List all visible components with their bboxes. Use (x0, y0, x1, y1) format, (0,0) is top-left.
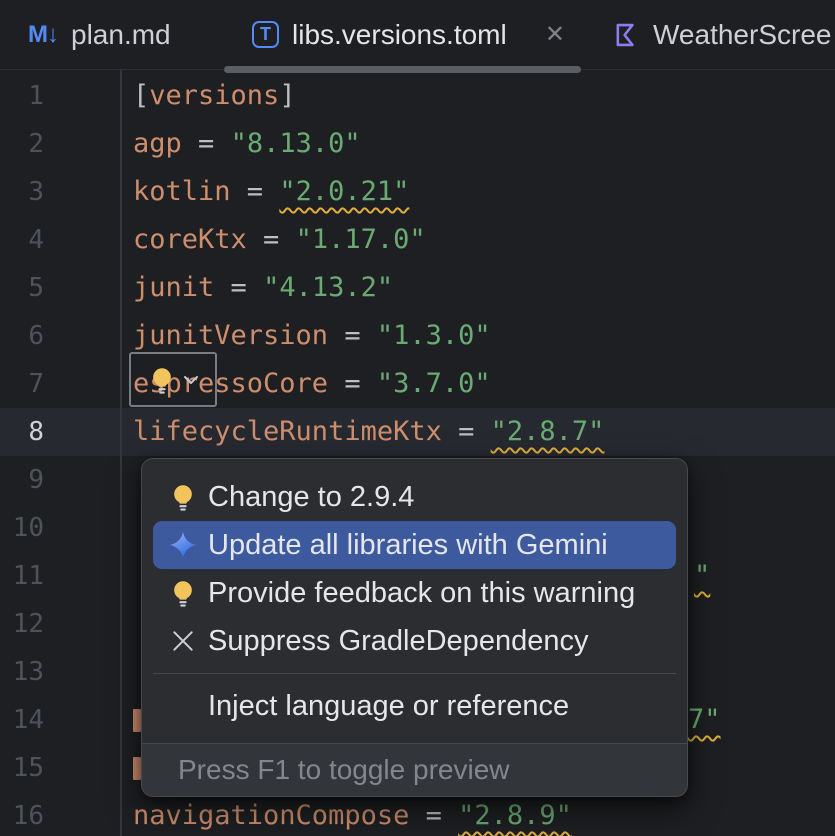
code-text: lifecycleRuntimeKtx = "2.8.7" (133, 408, 604, 456)
line-number: 11 (0, 552, 44, 600)
menu-separator (153, 673, 676, 674)
lightbulb-icon (167, 577, 199, 609)
code-line-8[interactable]: 8 lifecycleRuntimeKtx = "2.8.7" (0, 408, 835, 456)
line-number: 5 (0, 264, 44, 312)
clipped-code-fragment (133, 709, 141, 732)
code-line-2[interactable]: 2 agp = "8.13.0" (0, 120, 835, 168)
menu-item-inject-language-or-reference[interactable]: Inject language or reference (153, 682, 676, 730)
code-text: coreKtx = "1.17.0" (133, 216, 426, 264)
code-line-3[interactable]: 3 kotlin = "2.0.21" (0, 168, 835, 216)
markdown-file-icon: M↓ (28, 21, 58, 49)
line-number: 10 (0, 504, 44, 552)
tab-libs-versions-toml[interactable]: T libs.versions.toml ✕ (224, 0, 581, 69)
code-line-7[interactable]: 7espressoCore = "3.7.0" (0, 360, 835, 408)
menu-item-label: Suppress GradleDependency (208, 625, 588, 658)
lightbulb-icon (147, 365, 177, 395)
tab-label: WeatherScree (653, 19, 831, 51)
popup-footer-hint: Press F1 to toggle preview (142, 743, 687, 796)
menu-item-label: Change to 2.9.4 (208, 481, 414, 514)
intention-actions-popup: Change to 2.9.4 Update all libraries wit… (141, 458, 688, 797)
code-fragment: " (694, 552, 710, 600)
menu-item-provide-feedback-on-this-warning[interactable]: Provide feedback on this warning (153, 569, 676, 617)
line-number: 1 (0, 72, 44, 120)
line-number: 9 (0, 456, 44, 504)
code-line-1[interactable]: 1 [versions] (0, 72, 835, 120)
code-fragment: 7" (688, 696, 721, 744)
code-line-5[interactable]: 5 junit = "4.13.2" (0, 264, 835, 312)
menu-item-suppress-gradledependency[interactable]: Suppress GradleDependency (153, 617, 676, 665)
toml-file-icon: T (252, 21, 279, 48)
gemini-sparkle-icon (167, 529, 199, 561)
close-tab-icon[interactable]: ✕ (545, 23, 565, 47)
code-text: [versions] (133, 72, 296, 120)
lightbulb-icon (167, 481, 199, 513)
line-number: 14 (0, 696, 44, 744)
code-text: navigationCompose = "2.8.9" (133, 792, 572, 836)
line-number: 13 (0, 648, 44, 696)
line-number: 15 (0, 744, 44, 792)
line-number: 4 (0, 216, 44, 264)
gutter-separator (120, 70, 122, 836)
editor-tab-bar: M↓ plan.md T libs.versions.toml ✕ Weathe… (0, 0, 835, 70)
tab-plan-md[interactable]: M↓ plan.md (0, 0, 224, 69)
line-number: 3 (0, 168, 44, 216)
line-number: 7 (0, 360, 44, 408)
code-text: agp = "8.13.0" (133, 120, 361, 168)
tab-label: plan.md (71, 19, 171, 51)
line-number: 12 (0, 600, 44, 648)
menu-item-label: Provide feedback on this warning (208, 577, 635, 610)
intention-bulb-widget[interactable] (129, 352, 217, 407)
code-line-4[interactable]: 4 coreKtx = "1.17.0" (0, 216, 835, 264)
tab-label: libs.versions.toml (292, 19, 507, 51)
menu-item-change-to-2-9-4[interactable]: Change to 2.9.4 (153, 473, 676, 521)
menu-item-label: Inject language or reference (208, 690, 569, 723)
intention-actions-group: Change to 2.9.4 Update all libraries wit… (142, 473, 687, 665)
chevron-down-icon (183, 374, 199, 386)
line-number: 8 (0, 408, 44, 456)
menu-item-label: Update all libraries with Gemini (208, 529, 608, 562)
code-text: kotlin = "2.0.21" (133, 168, 409, 216)
code-line-16[interactable]: 16 navigationCompose = "2.8.9" (0, 792, 835, 836)
code-line-6[interactable]: 6junitVersion = "1.3.0" (0, 312, 835, 360)
close-x-icon (167, 625, 199, 657)
intention-actions-group: Inject language or reference (142, 682, 687, 730)
code-text: junit = "4.13.2" (133, 264, 393, 312)
tab-weatherscreen[interactable]: WeatherScree (581, 0, 835, 69)
line-number: 6 (0, 312, 44, 360)
clipped-code-fragment (133, 757, 141, 780)
line-number: 2 (0, 120, 44, 168)
menu-item-update-all-libraries-with-gemini[interactable]: Update all libraries with Gemini (153, 521, 676, 569)
line-number: 16 (0, 792, 44, 836)
kotlin-file-icon (612, 21, 640, 49)
active-tab-indicator (224, 66, 581, 73)
